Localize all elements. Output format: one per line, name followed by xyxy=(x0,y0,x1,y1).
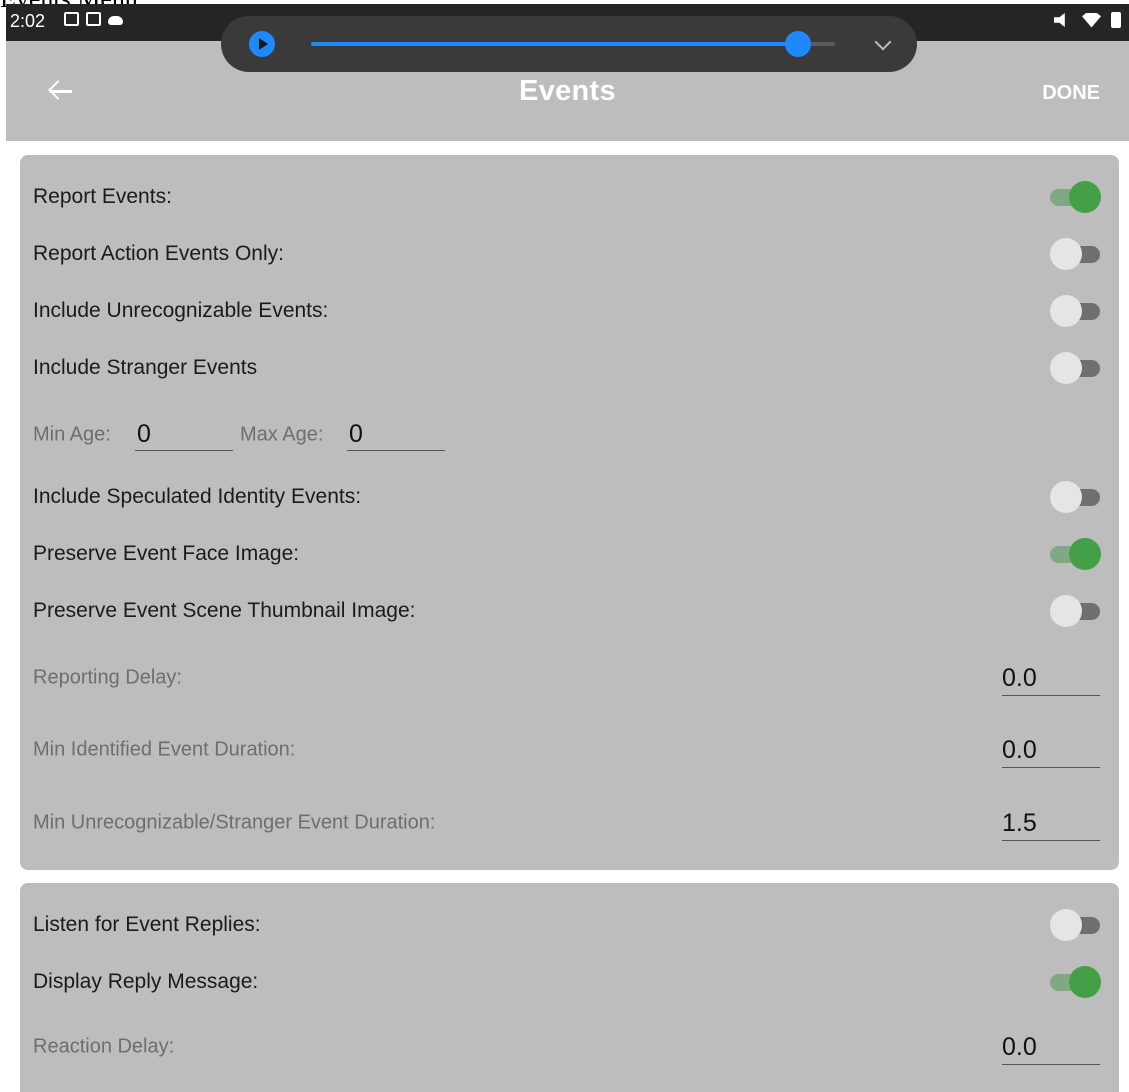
include-unrecognizable-toggle[interactable] xyxy=(1050,295,1100,327)
include-unrecognizable-row: Include Unrecognizable Events: xyxy=(20,291,1119,331)
preserve-face-toggle[interactable] xyxy=(1050,538,1101,570)
include-unrecognizable-label: Include Unrecognizable Events: xyxy=(33,299,329,322)
preserve-scene-label: Preserve Event Scene Thumbnail Image: xyxy=(33,599,416,622)
max-age-label: Max Age: xyxy=(240,423,324,446)
report-events-toggle[interactable] xyxy=(1050,181,1101,213)
media-seek-fill xyxy=(311,42,799,46)
status-icons-left xyxy=(64,12,123,26)
report-events-row: Report Events: xyxy=(20,177,1119,217)
gmail-icon xyxy=(86,12,101,26)
min-age-input[interactable]: 0 xyxy=(135,417,233,451)
display-reply-toggle[interactable] xyxy=(1050,966,1101,998)
min-identified-duration-row: Min Identified Event Duration: 0.0 xyxy=(20,725,1119,775)
display-reply-label: Display Reply Message: xyxy=(33,970,259,993)
reporting-delay-label: Reporting Delay: xyxy=(33,666,182,689)
status-time: 2:02 xyxy=(10,11,46,31)
listen-replies-label: Listen for Event Replies: xyxy=(33,913,261,936)
reporting-delay-row: Reporting Delay: 0.0 xyxy=(20,653,1119,703)
cloud-icon xyxy=(108,16,123,25)
report-events-label: Report Events: xyxy=(33,185,172,208)
media-player-bar xyxy=(221,16,917,72)
include-speculated-toggle[interactable] xyxy=(1050,481,1100,513)
min-unrecognizable-duration-label: Min Unrecognizable/Stranger Event Durati… xyxy=(33,811,436,834)
include-stranger-row: Include Stranger Events xyxy=(20,348,1119,388)
report-action-only-row: Report Action Events Only: xyxy=(20,234,1119,274)
min-unrecognizable-duration-row: Min Unrecognizable/Stranger Event Durati… xyxy=(20,798,1119,848)
wifi-icon xyxy=(1082,12,1101,28)
status-icons-right xyxy=(1054,12,1121,28)
include-stranger-label: Include Stranger Events xyxy=(33,356,258,379)
done-button[interactable]: DONE xyxy=(1042,82,1100,105)
page-title: Events xyxy=(519,75,616,107)
preserve-face-label: Preserve Event Face Image: xyxy=(33,542,300,565)
max-age-input[interactable]: 0 xyxy=(347,417,445,451)
reaction-delay-input[interactable]: 0.0 xyxy=(1002,1029,1100,1065)
reaction-delay-row: Reaction Delay: 0.0 xyxy=(20,1022,1119,1072)
battery-icon xyxy=(1111,12,1121,28)
include-stranger-toggle[interactable] xyxy=(1050,352,1100,384)
chevron-down-icon[interactable] xyxy=(874,33,892,51)
age-range-row: Min Age: 0 Max Age: 0 xyxy=(20,413,1119,457)
min-identified-duration-input[interactable]: 0.0 xyxy=(1002,732,1100,768)
media-seek-thumb[interactable] xyxy=(785,31,812,57)
report-action-only-toggle[interactable] xyxy=(1050,238,1100,270)
reporting-delay-input[interactable]: 0.0 xyxy=(1002,660,1100,696)
listen-replies-toggle[interactable] xyxy=(1050,909,1100,941)
preserve-scene-row: Preserve Event Scene Thumbnail Image: xyxy=(20,591,1119,631)
gallery-icon xyxy=(64,12,79,26)
replies-settings-card: Listen for Event Replies: Display Reply … xyxy=(20,883,1119,1092)
play-icon[interactable] xyxy=(249,31,275,57)
report-action-only-label: Report Action Events Only: xyxy=(33,242,284,265)
min-identified-duration-label: Min Identified Event Duration: xyxy=(33,738,296,761)
min-unrecognizable-duration-input[interactable]: 1.5 xyxy=(1002,805,1100,841)
include-speculated-label: Include Speculated Identity Events: xyxy=(33,485,362,508)
preserve-face-row: Preserve Event Face Image: xyxy=(20,534,1119,574)
mute-icon xyxy=(1054,13,1065,27)
min-age-label: Min Age: xyxy=(33,423,111,446)
media-seek-slider[interactable] xyxy=(311,31,835,57)
listen-replies-row: Listen for Event Replies: xyxy=(20,905,1119,945)
preserve-scene-toggle[interactable] xyxy=(1050,595,1100,627)
display-reply-row: Display Reply Message: xyxy=(20,962,1119,1002)
include-speculated-row: Include Speculated Identity Events: xyxy=(20,477,1119,517)
events-settings-card: Report Events: Report Action Events Only… xyxy=(20,155,1119,870)
reaction-delay-label: Reaction Delay: xyxy=(33,1035,175,1058)
